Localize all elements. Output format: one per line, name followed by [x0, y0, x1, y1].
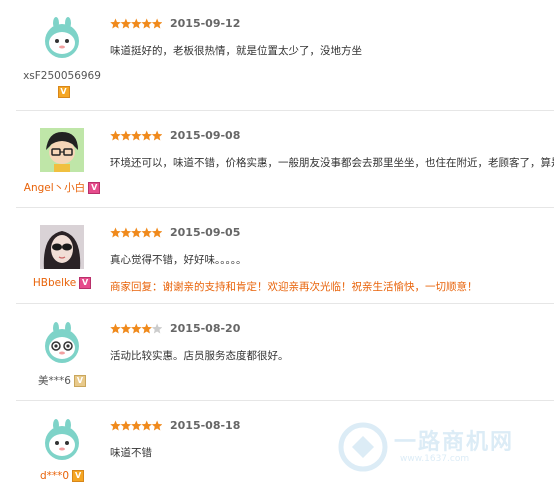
star-filled-icon: [120, 323, 132, 334]
review-text: 活动比较实惠。店员服务态度都很好。: [110, 350, 289, 362]
vip-badge-row: V: [0, 86, 124, 98]
star-filled-icon: [120, 18, 132, 29]
rating-stars: [110, 420, 162, 432]
star-filled-icon: [120, 227, 132, 238]
rating-stars-icon: [110, 130, 162, 141]
star-filled-icon: [120, 130, 132, 141]
review-user[interactable]: HBbelke V: [0, 277, 124, 289]
review-item: Angel丶小白 V 2015-09-08 环境还可以，味道不错，价格实惠，一般朋…: [0, 111, 554, 207]
username[interactable]: Angel丶小白: [24, 182, 85, 194]
star-filled-icon: [141, 420, 152, 431]
girl-sunglasses-avatar-icon[interactable]: [40, 225, 84, 269]
star-filled-icon: [131, 420, 142, 431]
username[interactable]: xsF250056969: [23, 70, 101, 82]
star-filled-icon: [141, 227, 152, 238]
star-filled-icon: [131, 323, 142, 334]
star-filled-icon: [141, 18, 152, 29]
star-filled-icon: [110, 18, 121, 29]
watermark: 一路商机网 www.1637.com: [338, 418, 548, 478]
star-filled-icon: [120, 420, 132, 431]
rating-stars: [110, 227, 162, 239]
star-filled-icon: [131, 227, 142, 238]
rating-stars-icon: [110, 18, 162, 29]
star-filled-icon: [141, 130, 152, 141]
review-date: 2015-09-05: [170, 226, 241, 239]
rating-stars-icon: [110, 323, 162, 334]
rating-stars: [110, 130, 162, 142]
review-item: HBbelke V 2015-09-05 真心觉得不错，好好味。。。。。 商家回复…: [0, 208, 554, 303]
star-filled-icon: [110, 420, 121, 431]
review-date: 2015-09-08: [170, 129, 241, 142]
review-user[interactable]: Angel丶小白 V: [0, 180, 124, 195]
vip-badge-icon: V: [79, 277, 92, 289]
merchant-reply: 商家回复：谢谢亲的支持和肯定！欢迎亲再次光临！祝亲生活愉快，一切顺意！: [110, 281, 478, 293]
review-text: 味道挺好的，老板很热情，就是位置太少了，没地方坐: [110, 45, 362, 57]
star-filled-icon: [131, 130, 142, 141]
star-empty-icon: [151, 323, 162, 334]
review-date: 2015-08-18: [170, 419, 241, 432]
watermark-text: 一路商机网: [394, 430, 515, 455]
rating-stars-icon: [110, 227, 162, 238]
star-filled-icon: [131, 18, 142, 29]
username[interactable]: 美***6: [38, 375, 71, 387]
vip-badge-icon: V: [57, 86, 70, 98]
review-text: 真心觉得不错，好好味。。。。。: [110, 254, 247, 266]
watermark-logo-icon: [338, 422, 388, 472]
bunny-avatar-icon[interactable]: [40, 16, 84, 60]
star-filled-icon: [151, 18, 162, 29]
rating-stars: [110, 323, 162, 335]
star-filled-icon: [110, 323, 121, 334]
review-text: 环境还可以，味道不错，价格实惠，一般朋友没事都会去那里坐坐，也住在附近，老顾客了…: [110, 157, 554, 169]
review-user[interactable]: d***0 V: [0, 470, 124, 482]
star-filled-icon: [141, 323, 152, 334]
vip-badge-icon: V: [88, 181, 101, 194]
review-user[interactable]: 美***6 V: [0, 373, 124, 388]
vip-badge-icon: V: [72, 470, 85, 482]
bunny-avatar-icon[interactable]: [40, 321, 84, 365]
review-date: 2015-09-12: [170, 17, 241, 30]
rating-stars: [110, 18, 162, 30]
watermark-subtext: www.1637.com: [400, 454, 470, 464]
star-filled-icon: [110, 227, 121, 238]
review-date: 2015-08-20: [170, 322, 241, 335]
star-filled-icon: [151, 227, 162, 238]
star-filled-icon: [110, 130, 121, 141]
review-item: xsF250056969 V 2015-09-12 味道挺好的，老板很热情，就是…: [0, 0, 554, 110]
vip-badge-icon: V: [73, 374, 86, 387]
star-filled-icon: [151, 420, 162, 431]
rating-stars-icon: [110, 420, 162, 431]
cartoon-boy-avatar-icon[interactable]: [40, 128, 84, 172]
username[interactable]: d***0: [40, 470, 69, 482]
review-user[interactable]: xsF250056969: [0, 70, 124, 82]
star-filled-icon: [151, 130, 162, 141]
review-item: 美***6 V 2015-08-20 活动比较实惠。店员服务态度都很好。: [0, 304, 554, 400]
bunny-avatar-icon[interactable]: [40, 418, 84, 462]
username[interactable]: HBbelke: [33, 277, 76, 289]
